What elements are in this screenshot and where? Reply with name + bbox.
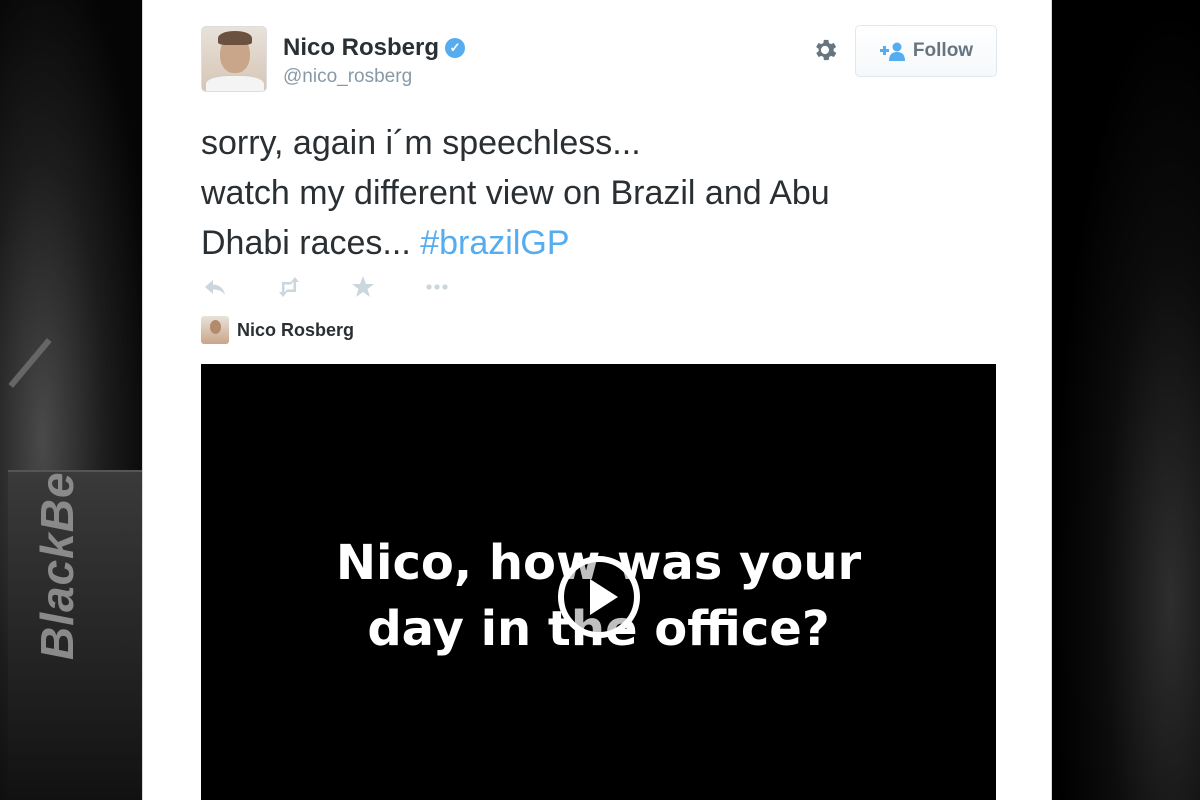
play-icon[interactable] [556,554,642,640]
background-brand-text: BlackBe [31,471,83,660]
background-photo-left: BlackBe [0,0,142,800]
tweet-text-line-last: Dhabi races... #brazilGP [201,218,1001,268]
author-name[interactable]: Nico Rosberg [283,34,439,61]
more-icon[interactable] [423,273,451,301]
tweet-text-line: Dhabi races... [201,224,421,262]
embed-author-avatar[interactable] [201,316,229,344]
author-name-row: Nico Rosberg ✓ [283,34,466,62]
star-icon[interactable] [349,273,377,301]
background-rod [8,338,52,388]
video-player[interactable]: Nico, how was your day in the office? [201,364,996,800]
tweet-text: sorry, again i´m speechless... watch my … [201,118,1001,268]
retweet-icon[interactable] [275,273,303,301]
add-user-icon [879,42,905,61]
verified-badge-icon: ✓ [445,38,466,58]
gear-icon[interactable] [811,36,839,64]
follow-label: Follow [912,40,974,61]
follow-button[interactable]: Follow [855,25,997,77]
embed-header: Nico Rosberg [201,316,354,344]
tweet-text-line: sorry, again i´m speechless... [201,124,641,162]
hashtag-link[interactable]: #brazilGP [420,224,569,262]
tweet-text-line: watch my different view on Brazil and Ab… [201,174,830,212]
author-avatar[interactable] [201,26,267,92]
tweet-card: Nico Rosberg ✓ @nico_rosberg Follow sorry… [142,0,1052,800]
embed-author-name[interactable]: Nico Rosberg [237,320,354,341]
author-handle[interactable]: @nico_rosberg [283,66,412,88]
tweet-actions [201,272,497,302]
background-photo-right [1052,0,1200,800]
reply-icon[interactable] [201,273,229,301]
